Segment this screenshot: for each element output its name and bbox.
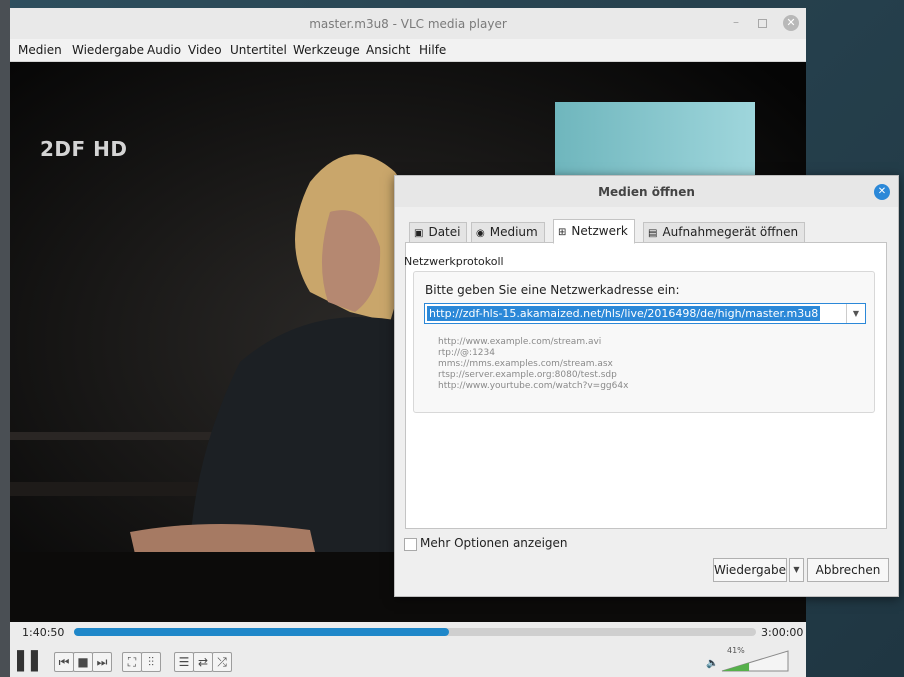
desktop-background <box>0 0 10 677</box>
speaker-icon[interactable]: 🔈 <box>706 658 718 669</box>
tab-netzwerk-label: Netzwerk <box>571 224 628 238</box>
open-media-dialog: Medien öffnen ✕ ▣ Datei ◉ Medium ⊞ Netzwerk… <box>394 175 899 597</box>
seek-progress <box>74 628 450 636</box>
disc-icon: ◉ <box>476 228 485 239</box>
capture-device-icon: ▤ <box>648 228 658 239</box>
extended-settings-icon[interactable]: ⫶⫶ <box>141 652 161 672</box>
example-url: http://www.yourtube.com/watch?v=gg64x <box>438 381 629 391</box>
url-prompt: Bitte geben Sie eine Netzwerkadresse ein… <box>425 283 680 297</box>
menu-hilfe[interactable]: Hilfe <box>419 43 446 57</box>
network-url-input[interactable]: http://zdf-hls-15.akamaized.net/hls/live… <box>424 303 866 324</box>
more-options-label[interactable]: Mehr Optionen anzeigen <box>420 536 568 550</box>
play-button[interactable]: Wiedergabe <box>713 558 787 582</box>
more-options-checkbox[interactable] <box>404 538 417 551</box>
window-title: master.m3u8 - VLC media player <box>309 17 507 31</box>
tab-datei[interactable]: ▣ Datei <box>409 222 468 242</box>
cancel-button[interactable]: Abbrechen <box>807 558 889 582</box>
menu-werkzeuge[interactable]: Werkzeuge <box>293 43 360 57</box>
menu-wiedergabe[interactable]: Wiedergabe <box>72 43 144 57</box>
channel-logo: 2DF HD <box>40 137 128 161</box>
shuffle-icon[interactable]: ⤮ <box>212 652 232 672</box>
example-url: rtp://@:1234 <box>438 348 495 358</box>
dialog-close-button[interactable]: ✕ <box>874 184 890 200</box>
tab-medium[interactable]: ◉ Medium <box>471 222 545 242</box>
tab-netzwerk[interactable]: ⊞ Netzwerk <box>553 219 635 244</box>
next-icon[interactable]: ⏭ <box>92 652 112 672</box>
menu-untertitel[interactable]: Untertitel <box>230 43 287 57</box>
previous-icon[interactable]: ⏮ <box>54 652 74 672</box>
close-button[interactable]: ✕ <box>783 15 799 31</box>
stop-icon[interactable]: ■ <box>73 652 93 672</box>
example-url: rtsp://server.example.org:8080/test.sdp <box>438 370 617 380</box>
file-icon: ▣ <box>414 228 424 239</box>
fullscreen-icon[interactable]: ⛶ <box>122 652 142 672</box>
volume-slider[interactable] <box>720 647 790 673</box>
seek-bar[interactable] <box>74 628 756 636</box>
tab-aufnahmegeraet-label: Aufnahmegerät öffnen <box>662 225 799 239</box>
example-url: http://www.example.com/stream.avi <box>438 337 602 347</box>
pause-icon[interactable]: ▌▌ <box>17 650 45 672</box>
group-title: Netzwerkprotokoll <box>404 255 504 268</box>
loop-icon[interactable]: ⇄ <box>193 652 213 672</box>
playback-controls: 1:40:50 3:00:00 ▌▌ ⏮ ■ ⏭ ⛶ ⫶⫶ ☰ ⇄ ⤮ 🔈 41… <box>10 622 806 677</box>
elapsed-time: 1:40:50 <box>22 626 65 639</box>
minimize-button[interactable]: – <box>730 15 742 29</box>
menu-bar: Medien Wiedergabe Audio Video Untertitel… <box>10 39 806 62</box>
menu-ansicht[interactable]: Ansicht <box>366 43 410 57</box>
playlist-icon[interactable]: ☰ <box>174 652 194 672</box>
title-bar: master.m3u8 - VLC media player – ✕ <box>10 8 806 39</box>
menu-medien[interactable]: Medien <box>18 43 62 57</box>
maximize-button[interactable] <box>758 19 767 28</box>
menu-video[interactable]: Video <box>188 43 222 57</box>
chevron-down-icon[interactable]: ▼ <box>846 304 865 323</box>
menu-audio[interactable]: Audio <box>147 43 181 57</box>
example-url: mms://mms.examples.com/stream.asx <box>438 359 613 369</box>
tab-aufnahmegeraet[interactable]: ▤ Aufnahmegerät öffnen <box>643 222 806 242</box>
network-icon: ⊞ <box>558 227 567 238</box>
total-time: 3:00:00 <box>761 626 804 639</box>
tab-medium-label: Medium <box>489 225 538 239</box>
dialog-title: Medien öffnen <box>598 185 695 199</box>
tab-datei-label: Datei <box>428 225 461 239</box>
play-options-dropdown[interactable]: ▼ <box>789 558 804 582</box>
url-value: http://zdf-hls-15.akamaized.net/hls/live… <box>427 306 821 321</box>
dialog-title-bar: Medien öffnen ✕ <box>395 176 898 207</box>
